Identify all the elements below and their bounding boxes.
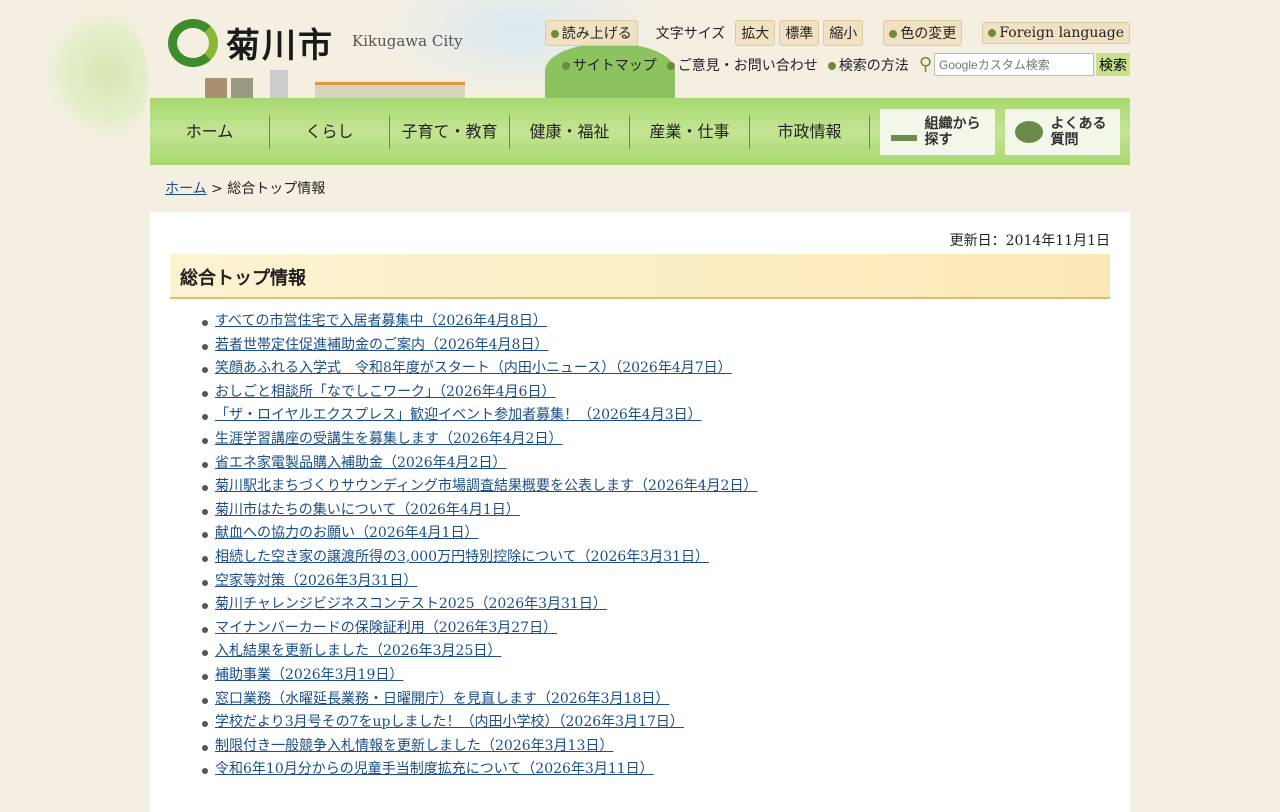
news-link[interactable]: 若者世帯定住促進補助金のご案内（2026年4月8日）	[215, 337, 548, 353]
news-link[interactable]: 相続した空き家の譲渡所得の3,000万円特別控除について（2026年3月31日）	[215, 549, 709, 565]
news-link[interactable]: 省エネ家電製品購入補助金（2026年4月2日）	[215, 455, 506, 471]
bullet-icon	[827, 61, 836, 70]
city-logo[interactable]: 菊川市	[168, 18, 334, 67]
color-change-button[interactable]: 色の変更	[883, 20, 963, 46]
foreign-language-button[interactable]: Foreign language	[982, 22, 1130, 44]
news-link[interactable]: 学校だより3月号その7をupしました！（内田小学校）（2026年3月17日）	[215, 714, 684, 730]
news-link[interactable]: 窓口業務（水曜延長業務・日曜開庁）を見直します（2026年3月18日）	[215, 691, 669, 707]
list-item: すべての市営住宅で入居者募集中（2026年4月8日）	[202, 310, 757, 334]
contact-link[interactable]: ご意見・お問い合わせ	[666, 55, 818, 75]
news-link[interactable]: 空家等対策（2026年3月31日）	[215, 573, 417, 589]
list-item: 相続した空き家の譲渡所得の3,000万円特別控除について（2026年3月31日）	[202, 546, 757, 570]
news-link[interactable]: 菊川チャレンジビジネスコンテスト2025（2026年3月31日）	[215, 596, 607, 612]
search-help-link[interactable]: 検索の方法	[827, 55, 909, 75]
header: 菊川市 Kikugawa City 読み上げる 文字サイズ 拡大 標準 縮小 色…	[150, 0, 1130, 98]
font-large-button[interactable]: 拡大	[735, 20, 776, 46]
news-link[interactable]: 献血への協力のお願い（2026年4月1日）	[215, 525, 478, 541]
list-item: 制限付き一般競争入札情報を更新しました（2026年3月13日）	[202, 735, 757, 759]
news-link[interactable]: すべての市営住宅で入居者募集中（2026年4月8日）	[215, 313, 547, 329]
news-link[interactable]: 菊川市はたちの集いについて（2026年4月1日）	[215, 502, 520, 518]
read-aloud-button[interactable]: 読み上げる	[544, 20, 638, 46]
main-content: 更新日：2014年11月1日 総合トップ情報 すべての市営住宅で入居者募集中（2…	[150, 212, 1130, 812]
search-button[interactable]: 検索	[1096, 53, 1130, 76]
town-illustration	[195, 43, 675, 98]
bullet-icon	[889, 30, 898, 38]
tea-leaf-decoration	[25, 0, 170, 159]
list-item: 若者世帯定住促進補助金のご案内（2026年4月8日）	[202, 334, 757, 358]
nav-home[interactable]: ホーム	[150, 114, 270, 149]
list-item: 「ザ・ロイヤルエクスプレス」歓迎イベント参加者募集！（2026年4月3日）	[202, 404, 757, 428]
list-item: 献血への協力のお願い（2026年4月1日）	[202, 522, 757, 546]
font-size-label: 文字サイズ	[655, 26, 726, 42]
list-item: 菊川市はたちの集いについて（2026年4月1日）	[202, 499, 757, 523]
news-link[interactable]: 笑顔あふれる入学式 令和8年度がスタート（内田小ニュース）（2026年4月7日）	[215, 360, 732, 376]
bullet-icon	[666, 61, 675, 70]
list-item: マイナンバーカードの保険証利用（2026年3月27日）	[202, 617, 757, 641]
news-link[interactable]: 制限付き一般競争入札情報を更新しました（2026年3月13日）	[215, 738, 613, 754]
sub-links: サイトマップ ご意見・お問い合わせ 検索の方法 ⚲ 検索	[561, 53, 1130, 76]
list-item: 菊川チャレンジビジネスコンテスト2025（2026年3月31日）	[202, 593, 757, 617]
news-link[interactable]: 補助事業（2026年3月19日）	[215, 667, 403, 683]
global-nav: ホーム くらし 子育て・教育 健康・福祉 産業・仕事 市政情報 組織から探す よ…	[150, 98, 1130, 165]
logo-text: 菊川市	[226, 26, 334, 66]
sitemap-link[interactable]: サイトマップ	[561, 55, 657, 75]
org-search-button[interactable]: 組織から探す	[880, 108, 995, 155]
list-item: 菊川駅北まちづくりサウンディング市場調査結果概要を公表します（2026年4月2日…	[202, 475, 757, 499]
utility-bar: 読み上げる 文字サイズ 拡大 標準 縮小 色の変更 Foreign langua…	[544, 20, 1130, 46]
list-item: 笑顔あふれる入学式 令和8年度がスタート（内田小ニュース）（2026年4月7日）	[202, 357, 757, 381]
speech-bubble-icon	[1014, 120, 1043, 143]
list-item: 生涯学習講座の受講生を募集します（2026年4月2日）	[202, 428, 757, 452]
breadcrumb: ホーム > 総合トップ情報	[165, 181, 326, 197]
list-item: 窓口業務（水曜延長業務・日曜開庁）を見直します（2026年3月18日）	[202, 688, 757, 712]
faq-button[interactable]: よくある質問	[1005, 108, 1120, 155]
breadcrumb-current: 総合トップ情報	[227, 181, 326, 197]
updated-date: 更新日：2014年11月1日	[949, 233, 1110, 249]
bullet-icon	[561, 61, 570, 70]
page-title: 総合トップ情報	[170, 254, 1110, 299]
news-link[interactable]: 入札結果を更新しました（2026年3月25日）	[215, 643, 501, 659]
list-item: 入札結果を更新しました（2026年3月25日）	[202, 640, 757, 664]
list-item: 省エネ家電製品購入補助金（2026年4月2日）	[202, 452, 757, 476]
news-link[interactable]: 令和6年10月分からの児童手当制度拡充について（2026年3月11日）	[215, 761, 654, 777]
list-item: 補助事業（2026年3月19日）	[202, 664, 757, 688]
news-list: すべての市営住宅で入居者募集中（2026年4月8日） 若者世帯定住促進補助金のご案…	[202, 310, 757, 782]
list-item: 令和6年10月分からの児童手当制度拡充について（2026年3月11日）	[202, 758, 757, 782]
nav-childcare-education[interactable]: 子育て・教育	[390, 114, 510, 149]
news-link[interactable]: 生涯学習講座の受講生を募集します（2026年4月2日）	[215, 431, 562, 447]
news-link[interactable]: おしごと相談所「なでしこワーク」（2026年4月6日）	[215, 384, 555, 400]
nav-city-info[interactable]: 市政情報	[750, 114, 870, 149]
org-chart-icon	[890, 123, 917, 141]
nav-health-welfare[interactable]: 健康・福祉	[510, 114, 630, 149]
breadcrumb-home[interactable]: ホーム	[165, 181, 207, 197]
font-normal-button[interactable]: 標準	[779, 20, 820, 46]
bullet-icon	[550, 30, 559, 38]
bullet-icon	[988, 29, 997, 37]
nav-industry-work[interactable]: 産業・仕事	[630, 114, 750, 149]
search-form: ⚲ 検索	[919, 53, 1130, 76]
list-item: 学校だより3月号その7をupしました！（内田小学校）（2026年3月17日）	[202, 711, 757, 735]
list-item: 空家等対策（2026年3月31日）	[202, 570, 757, 594]
list-item: おしごと相談所「なでしこワーク」（2026年4月6日）	[202, 381, 757, 405]
news-link[interactable]: 菊川駅北まちづくりサウンディング市場調査結果概要を公表します（2026年4月2日…	[215, 478, 757, 494]
search-input[interactable]	[934, 53, 1094, 76]
news-link[interactable]: 「ザ・ロイヤルエクスプレス」歓迎イベント参加者募集！（2026年4月3日）	[215, 407, 702, 423]
news-link[interactable]: マイナンバーカードの保険証利用（2026年3月27日）	[215, 620, 557, 636]
logo-mark-icon	[168, 18, 218, 67]
font-small-button[interactable]: 縮小	[823, 20, 864, 46]
logo-en: Kikugawa City	[352, 32, 463, 50]
nav-living[interactable]: くらし	[270, 114, 390, 149]
search-icon: ⚲	[918, 54, 932, 75]
